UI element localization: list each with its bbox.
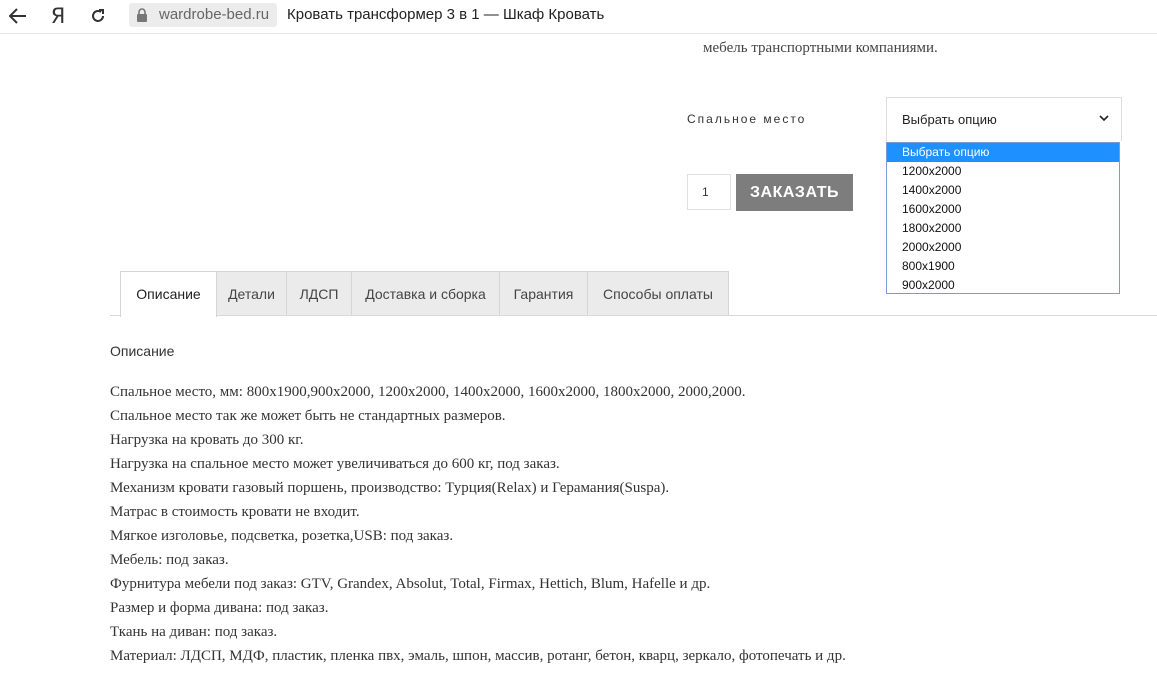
description-line: Ткань на диван: под заказ. bbox=[110, 624, 278, 640]
reload-icon[interactable] bbox=[85, 3, 111, 29]
select-dropdown-list: Выбрать опцию 1200x2000 1400x2000 1600x2… bbox=[886, 142, 1120, 294]
tab-warranty[interactable]: Гарантия bbox=[499, 271, 588, 315]
order-button[interactable]: ЗАКАЗАТЬ bbox=[736, 174, 853, 211]
select-option[interactable]: 1800x2000 bbox=[887, 219, 1119, 238]
select-option[interactable]: 900x2000 bbox=[887, 276, 1119, 295]
variation-label: Спальное место bbox=[687, 112, 807, 126]
select-option[interactable]: 1400x2000 bbox=[887, 181, 1119, 200]
select-current-value: Выбрать опцию bbox=[902, 112, 997, 127]
page-title: Кровать трансформер 3 в 1 — Шкаф Кровать bbox=[287, 6, 605, 23]
tab-payment-methods[interactable]: Способы оплаты bbox=[587, 271, 729, 315]
description-line: Фурнитура мебели под заказ: GTV, Grandex… bbox=[110, 576, 711, 592]
lock-icon[interactable] bbox=[129, 3, 155, 27]
tab-details[interactable]: Детали bbox=[216, 271, 287, 315]
select-option[interactable]: 800x1900 bbox=[887, 257, 1119, 276]
select-option[interactable]: Выбрать опцию bbox=[887, 143, 1119, 162]
shipping-text: мебель транспортными компаниями. bbox=[703, 40, 938, 56]
chevron-down-icon bbox=[1099, 115, 1109, 122]
description-line: Размер и форма дивана: под заказ. bbox=[110, 600, 329, 616]
description-heading: Описание bbox=[110, 343, 175, 359]
select-option[interactable]: 2000x2000 bbox=[887, 238, 1119, 257]
description-line: Нагрузка на спальное место может увеличи… bbox=[110, 456, 560, 472]
select-option[interactable]: 1600x2000 bbox=[887, 200, 1119, 219]
tab-delivery-assembly[interactable]: Доставка и сборка bbox=[351, 271, 500, 315]
description-line: Спальное место так же может быть не стан… bbox=[110, 408, 506, 424]
description-line: Спальное место, мм: 800x1900,900x2000, 1… bbox=[110, 384, 746, 400]
browser-toolbar: Я wardrobe-bed.ru Кровать трансформер 3 … bbox=[0, 0, 1157, 34]
address-domain[interactable]: wardrobe-bed.ru bbox=[155, 3, 278, 27]
description-line: Материал: ЛДСП, МДФ, пластик, пленка пвх… bbox=[110, 648, 846, 664]
description-text: Спальное место, мм: 800x1900,900x2000, 1… bbox=[110, 380, 1110, 668]
yandex-icon[interactable]: Я bbox=[45, 3, 71, 29]
tab-description[interactable]: Описание bbox=[120, 271, 217, 317]
back-arrow-icon[interactable] bbox=[5, 3, 31, 29]
description-line: Нагрузка на кровать до 300 кг. bbox=[110, 432, 304, 448]
description-line: Мебель: под заказ. bbox=[110, 552, 229, 568]
description-line: Мягкое изголовье, подсветка, розетка,USB… bbox=[110, 528, 454, 544]
tab-ldsp[interactable]: ЛДСП bbox=[286, 271, 352, 315]
select-option[interactable]: 1200x2000 bbox=[887, 162, 1119, 181]
description-line: Механизм кровати газовый поршень, произв… bbox=[110, 480, 670, 496]
quantity-input[interactable]: 1 bbox=[687, 174, 731, 210]
description-line: Матрас в стоимость кровати не входит. bbox=[110, 504, 360, 520]
sleeping-place-select[interactable]: Выбрать опцию bbox=[886, 97, 1122, 141]
